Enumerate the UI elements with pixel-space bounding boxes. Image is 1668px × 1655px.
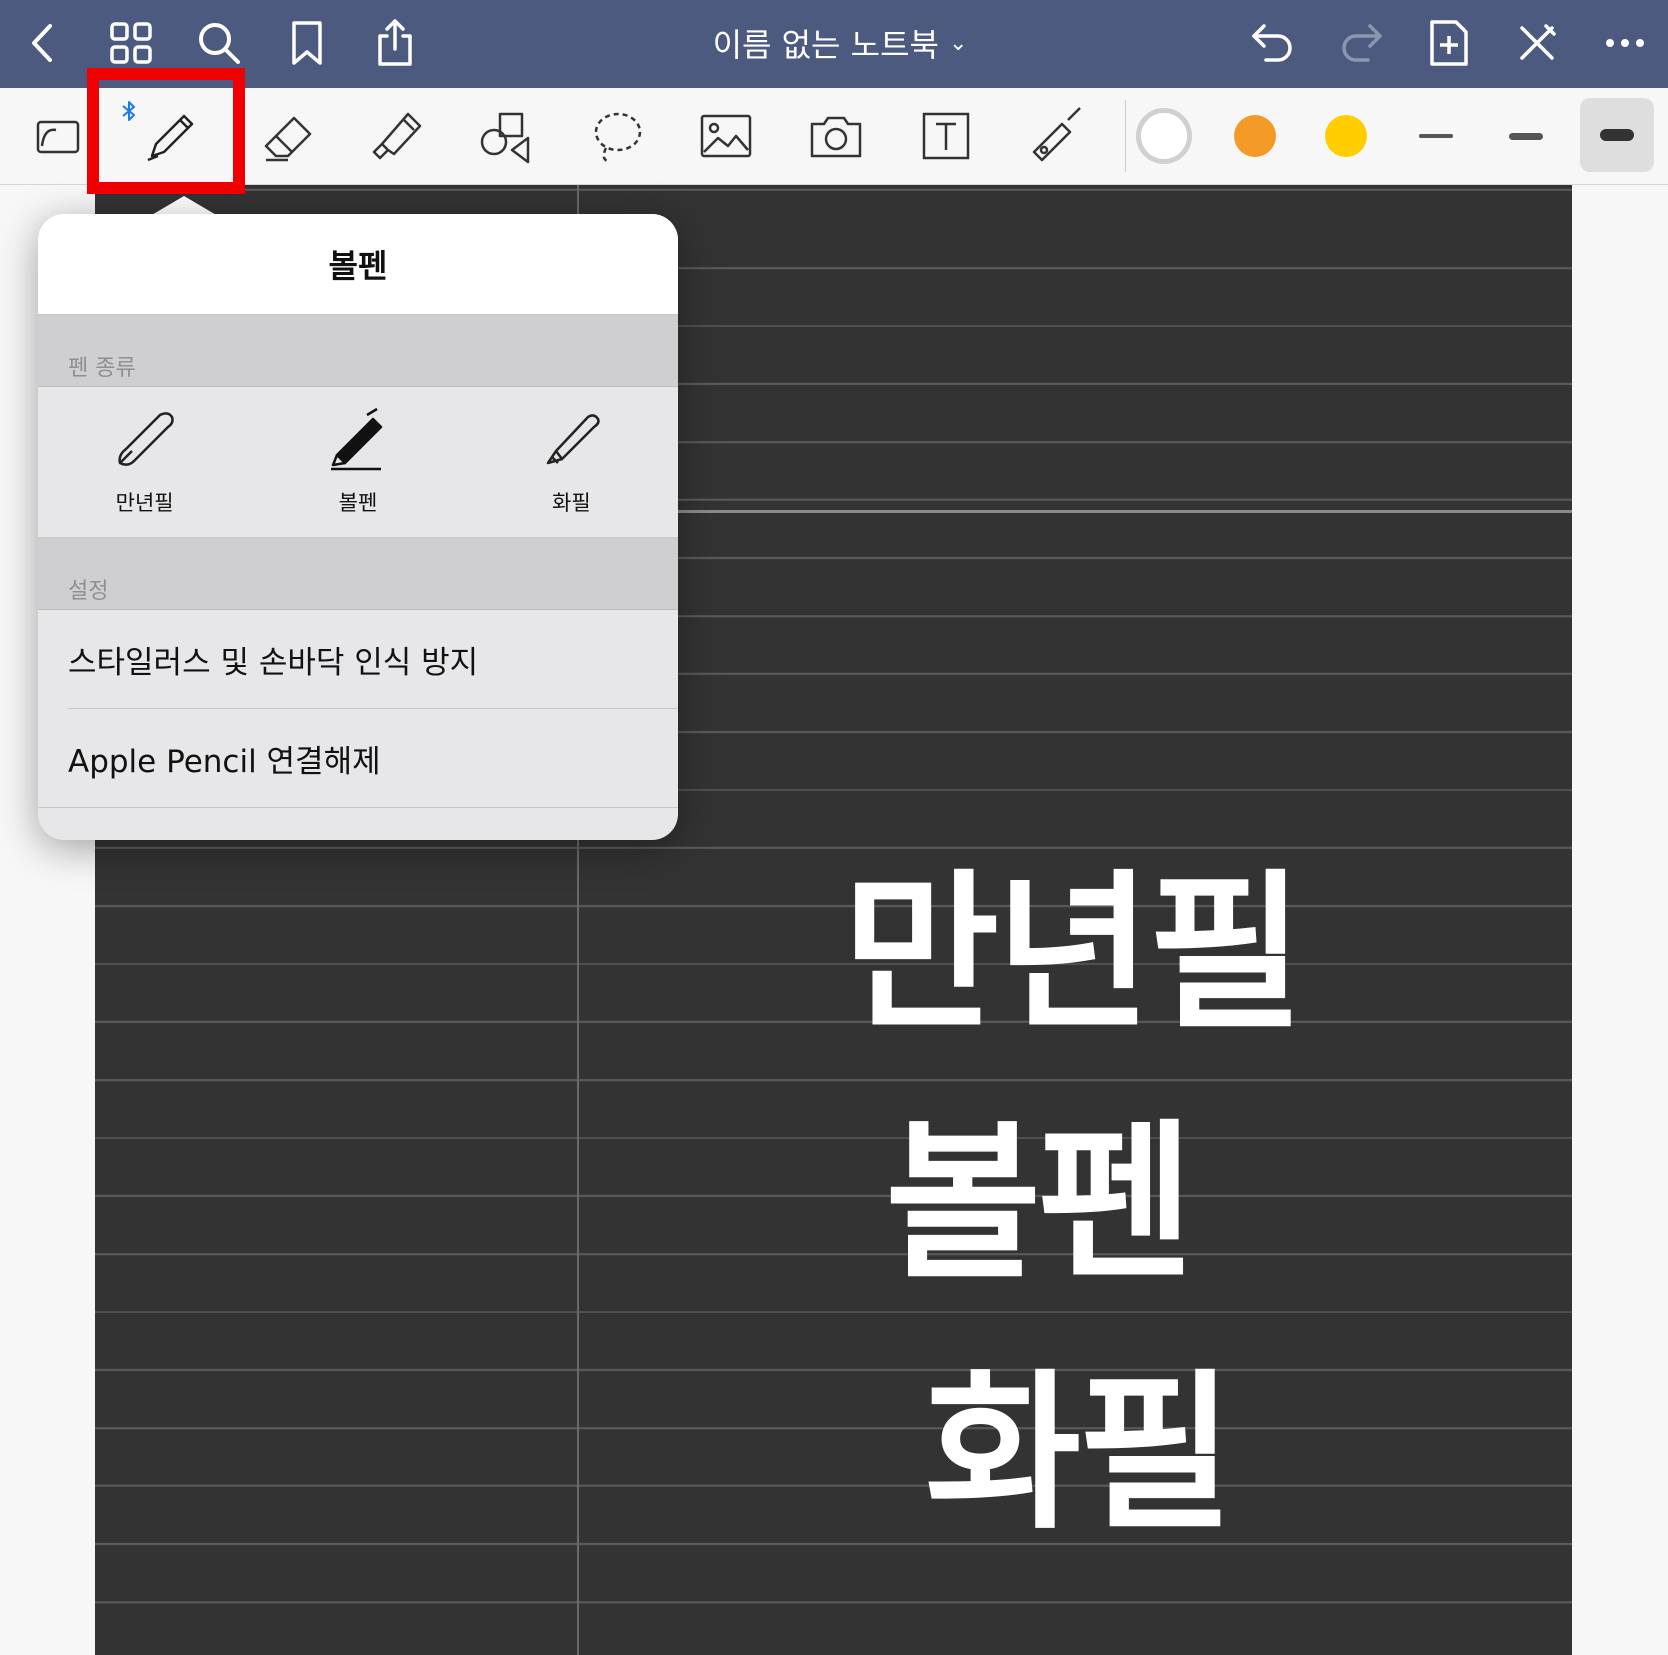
settings-section-label: 설정 <box>38 538 678 610</box>
text-icon[interactable] <box>916 106 976 166</box>
pen-type-list: 만년필 볼펜 화필 <box>38 387 678 538</box>
redo-icon[interactable] <box>1336 18 1386 68</box>
width-medium[interactable] <box>1488 120 1564 152</box>
pen-type-brush[interactable]: 화필 <box>465 387 678 537</box>
add-page-icon[interactable] <box>1424 18 1474 68</box>
notebook-title-text: 이름 없는 노트북 <box>712 26 939 64</box>
width-thin[interactable] <box>1398 120 1474 152</box>
pen-type-section-label: 펜 종류 <box>38 315 678 387</box>
pen-settings-popover: 볼펜 펜 종류 만년필 볼펜 화필 설정 스타일러스 및 손바닥 인식 방지 A… <box>38 214 678 840</box>
disconnect-pencil-setting[interactable]: Apple Pencil 연결해제 <box>38 709 678 808</box>
color-white-selected[interactable] <box>1136 108 1192 164</box>
toolbar-divider <box>1125 100 1126 172</box>
eraser-icon[interactable] <box>258 106 318 166</box>
image-icon[interactable] <box>696 106 756 166</box>
color-orange[interactable] <box>1234 115 1276 157</box>
ballpoint-pen-icon <box>330 407 383 471</box>
read-mode-icon[interactable] <box>28 106 88 166</box>
laser-pointer-icon[interactable] <box>1026 106 1086 166</box>
pen-tool-highlight <box>87 68 245 194</box>
camera-icon[interactable] <box>806 106 866 166</box>
handwriting-line-2: 볼펜 <box>885 1103 1194 1303</box>
fountain-pen-icon <box>118 412 174 466</box>
pen-type-label: 만년필 <box>115 491 174 515</box>
shapes-icon[interactable] <box>476 106 536 166</box>
pen-type-fountain[interactable]: 만년필 <box>38 387 251 537</box>
pen-type-ballpoint[interactable]: 볼펜 <box>251 387 464 537</box>
tool-bar <box>0 88 1668 185</box>
more-icon[interactable] <box>1600 18 1650 68</box>
lasso-icon[interactable] <box>586 106 646 166</box>
handwriting-line-1: 만년필 <box>843 853 1304 1053</box>
notebook-title[interactable]: 이름 없는 노트북 ⌄ <box>700 18 980 68</box>
grid-icon[interactable] <box>106 18 156 68</box>
share-icon[interactable] <box>370 18 420 68</box>
top-nav-bar: 이름 없는 노트북 ⌄ <box>0 0 1668 88</box>
close-tools-icon[interactable] <box>1512 18 1562 68</box>
handwriting-line-3: 화필 <box>925 1353 1234 1553</box>
bookmark-icon[interactable] <box>282 18 332 68</box>
popover-title: 볼펜 <box>38 214 678 315</box>
palm-rejection-setting[interactable]: 스타일러스 및 손바닥 인식 방지 <box>68 610 678 709</box>
popover-arrow <box>150 196 218 216</box>
chevron-down-icon: ⌄ <box>949 30 968 56</box>
color-yellow[interactable] <box>1325 115 1367 157</box>
pen-type-label: 화필 <box>552 491 591 515</box>
brush-pen-icon <box>547 414 601 465</box>
back-chevron-icon[interactable] <box>18 18 68 68</box>
highlighter-icon[interactable] <box>366 106 426 166</box>
width-thick-selected[interactable] <box>1580 98 1654 172</box>
undo-icon[interactable] <box>1248 18 1298 68</box>
pen-type-label: 볼펜 <box>338 491 378 515</box>
search-icon[interactable] <box>194 18 244 68</box>
